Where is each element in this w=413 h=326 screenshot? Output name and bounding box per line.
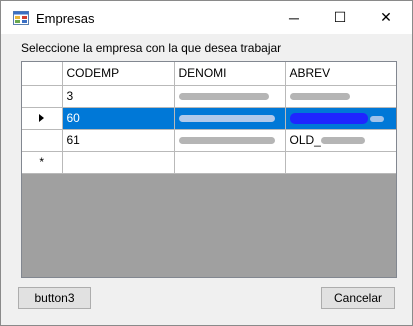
companies-grid[interactable]: CODEMP DENOMI ABREV 3 60 61 OLD_ * [21,61,397,278]
grid-header-row: CODEMP DENOMI ABREV [22,62,396,86]
cell-abrev-redacted[interactable] [285,107,396,130]
new-cell-denomi[interactable] [174,151,286,174]
maximize-icon: ☐ [333,9,347,25]
row-header[interactable] [22,85,63,108]
column-header-abrev[interactable]: ABREV [285,62,396,86]
instruction-label: Seleccione la empresa con la que desea t… [21,41,282,55]
redaction-blur [178,115,275,123]
cell-denomi-redacted[interactable] [174,107,286,130]
maximize-button[interactable]: ☐ [317,1,363,34]
new-cell-codemp[interactable] [62,151,175,174]
redaction-blur [178,93,269,101]
column-header-codemp[interactable]: CODEMP [62,62,175,86]
cell-codemp[interactable]: 3 [62,85,175,108]
cell-abrev-text: OLD_ [289,133,321,147]
new-row-icon: * [39,155,45,169]
row-header[interactable] [22,129,63,152]
cell-codemp[interactable]: 61 [62,129,175,152]
table-row[interactable]: 61 OLD_ [22,129,396,152]
current-row-arrow-icon [39,114,45,122]
window-title: Empresas [36,11,95,26]
redaction-blur [320,137,365,145]
redaction-blur [289,93,350,101]
row-header[interactable]: * [22,151,63,174]
cell-codemp[interactable]: 60 [62,107,175,130]
button3-button[interactable]: button3 [18,287,91,309]
minimize-button[interactable]: ─ [271,1,317,34]
close-button[interactable]: ✕ [363,1,409,34]
table-row[interactable]: 3 [22,85,396,108]
new-cell-abrev[interactable] [285,151,396,174]
grid-table: CODEMP DENOMI ABREV 3 60 61 OLD_ * [22,62,396,174]
grid-corner-header[interactable] [22,62,63,86]
cell-abrev-redacted[interactable] [285,85,396,108]
cell-denomi-redacted[interactable] [174,85,286,108]
close-icon: ✕ [380,9,392,25]
column-header-denomi[interactable]: DENOMI [174,62,286,86]
window-app-icon [13,11,29,25]
minimize-icon: ─ [289,9,299,26]
redaction-blur [369,115,384,122]
cancel-button[interactable]: Cancelar [321,287,395,309]
redaction-blur [289,113,368,125]
cell-abrev[interactable]: OLD_ [285,129,396,152]
title-bar[interactable]: Empresas ─ ☐ ✕ [1,1,412,34]
dialog-window: Empresas ─ ☐ ✕ Seleccione la empresa con… [0,0,413,326]
table-row-selected[interactable]: 60 [22,107,396,130]
row-header[interactable] [22,107,63,130]
new-row[interactable]: * [22,151,396,174]
cell-denomi-redacted[interactable] [174,129,286,152]
redaction-blur [178,137,275,145]
